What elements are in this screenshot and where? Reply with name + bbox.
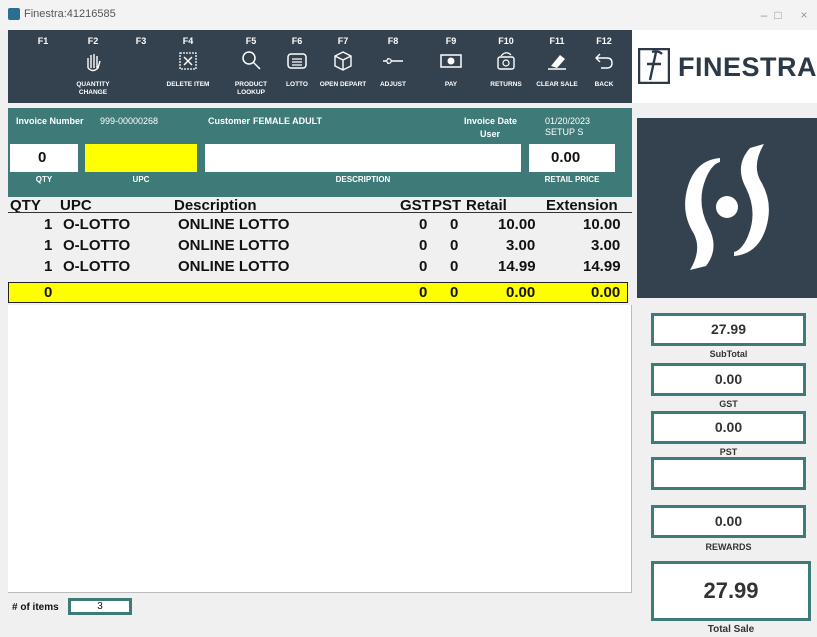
total-sale-label: Total Sale [707,624,755,635]
user-label: User [480,129,501,139]
quantity-change-button[interactable]: F2 QUANTITY CHANGE [68,30,118,103]
returns-button[interactable]: F10 RETURNS [481,30,531,103]
app-icon [8,8,20,20]
table-row[interactable]: 1 O-LOTTO ONLINE LOTTO 0 0 10.00 10.00 [8,215,628,236]
header-divider [8,212,632,213]
customer-name: FEMALE ADULT [253,116,322,126]
qty-input[interactable]: 0 [10,144,78,172]
invoice-date: 01/20/2023 [545,116,591,126]
invoice-date-label: Invoice Date [464,116,518,126]
brand-header: FINESTRA [632,30,817,103]
brand-name: FINESTRA [678,52,817,82]
upc-input[interactable] [85,144,197,172]
total-sale-box: 27.99 [651,561,811,621]
subtotal-box: 27.99 [651,313,806,346]
finestra-logo-icon [638,48,670,84]
pay-button[interactable]: F9 PAY [426,30,476,103]
table-row[interactable]: 1 O-LOTTO ONLINE LOTTO 0 0 3.00 3.00 [8,236,628,257]
line-items-empty-area [8,305,632,593]
gst-label: GST [719,399,738,409]
brand-logo-panel [637,118,817,298]
table-row-selected[interactable]: 0 0 0 0.00 0.00 [8,282,628,303]
delete-box-icon [163,48,213,76]
product-lookup-button[interactable]: F5 PRODUCT LOOKUP [226,30,276,103]
subtotal-label: SubTotal [709,349,748,359]
invoice-user: SETUP S [545,127,584,137]
description-caption: DESCRIPTION [335,175,391,184]
finestra-s-logo-icon [685,144,769,270]
invoice-number: 999-00000268 [100,116,159,126]
upc-caption: UPC [132,175,150,184]
window-title: Finestra:41216585 [24,8,116,20]
blank-total-box [651,457,806,490]
invoice-header: Invoice Number 999-00000268 Customer FEM… [8,108,632,197]
pst-label: PST [719,447,738,457]
delete-item-button[interactable]: F4 DELETE ITEM [163,30,213,103]
retail-price-caption: RETAIL PRICE [544,175,600,184]
f1-key[interactable]: F1 [18,30,68,103]
gst-box: 0.00 [651,363,806,396]
window-titlebar: Finestra:41216585 – □ × [0,0,817,30]
qty-caption: QTY [35,175,53,184]
ticket-icon [272,48,322,76]
f3-key[interactable]: F3 [116,30,166,103]
adjust-button[interactable]: F8 ADJUST [368,30,418,103]
table-row[interactable]: 1 O-LOTTO ONLINE LOTTO 0 0 14.99 14.99 [8,257,628,278]
clear-sale-button[interactable]: F11 CLEAR SALE [532,30,582,103]
description-input[interactable] [205,144,521,172]
cash-icon [426,48,476,76]
items-count-value: 3 [68,598,132,615]
rewards-label: REWARDS [705,542,752,552]
items-count-label: # of items [12,602,59,613]
customer-label: Customer [208,116,251,126]
maximize-button[interactable]: □ [766,6,790,24]
hand-icon [68,48,118,76]
invoice-number-label: Invoice Number [16,116,84,126]
back-button[interactable]: F12 BACK [579,30,629,103]
back-arrow-icon [579,48,629,76]
lotto-button[interactable]: F6 LOTTO [272,30,322,103]
returns-icon [481,48,531,76]
search-icon [226,48,276,76]
package-icon [318,48,368,76]
open-depart-button[interactable]: F7 OPEN DEPART [318,30,368,103]
adjust-icon [368,48,418,76]
retail-price-input[interactable]: 0.00 [529,144,615,172]
close-button[interactable]: × [792,6,816,24]
pst-box: 0.00 [651,411,806,444]
function-key-toolbar: F1 F2 QUANTITY CHANGE F3 F4 DELETE ITEM … [8,30,632,103]
items-count-bar: # of items 3 [8,593,632,637]
eraser-icon [532,48,582,76]
rewards-box: 0.00 [651,505,806,538]
